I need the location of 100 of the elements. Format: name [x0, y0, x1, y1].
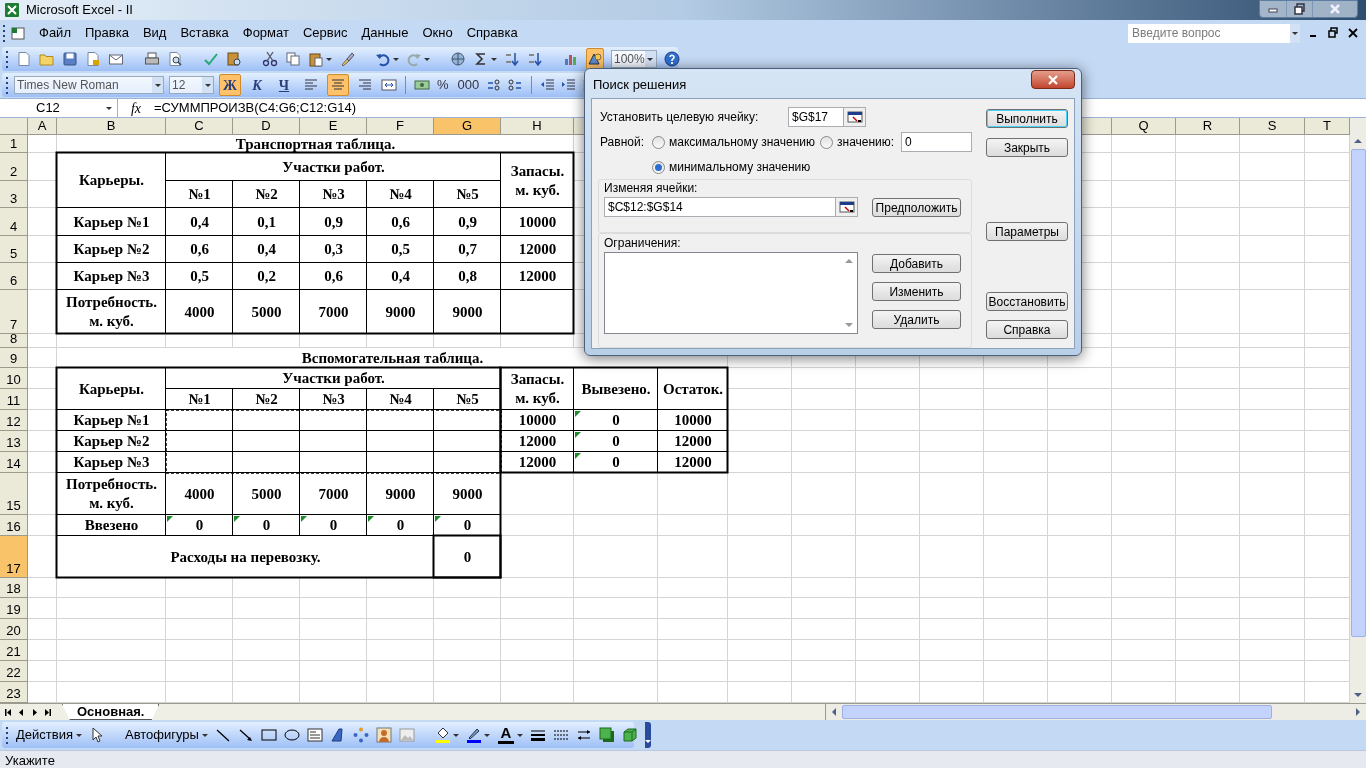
zoom-dropdown[interactable]: 100%	[611, 50, 657, 68]
options-button[interactable]: Параметры	[986, 222, 1068, 241]
font-size-dropdown[interactable]: 12	[169, 76, 214, 94]
next-sheet-icon[interactable]	[30, 706, 39, 718]
cut-icon[interactable]	[262, 51, 278, 67]
row-header[interactable]: 14	[0, 452, 28, 473]
row-header[interactable]: 23	[0, 682, 28, 703]
envelope-icon[interactable]	[108, 51, 124, 67]
caret-icon[interactable]	[516, 732, 523, 738]
font-color-button[interactable]: A	[496, 725, 515, 745]
close-button[interactable]: Закрыть	[986, 138, 1068, 157]
row-header[interactable]: 1	[0, 135, 28, 153]
menu-item[interactable]: Правка	[77, 23, 136, 43]
vertical-scrollbar[interactable]	[1350, 118, 1366, 703]
new-document-icon[interactable]	[16, 51, 32, 67]
add-button[interactable]: Добавить	[872, 254, 961, 273]
restore-icon[interactable]	[1293, 3, 1306, 15]
caret-icon[interactable]	[326, 56, 332, 62]
row-header[interactable]: 21	[0, 640, 28, 661]
double-arrow-icon[interactable]	[575, 727, 592, 743]
rectangle-icon[interactable]	[260, 727, 277, 743]
target-cell-field[interactable]: $G$17	[788, 107, 866, 127]
font-dropdown[interactable]: Times New Roman	[14, 76, 164, 94]
autoshapes-menu-button[interactable]: Автофигуры	[124, 725, 208, 745]
caret-icon[interactable]	[106, 105, 112, 111]
restore-icon[interactable]	[1328, 27, 1338, 39]
column-header[interactable]: S	[1240, 118, 1305, 135]
column-header[interactable]: C	[166, 118, 233, 135]
slanted-shape-icon[interactable]	[329, 727, 346, 743]
dash-style-icon[interactable]	[552, 727, 569, 743]
row-header[interactable]: 10	[0, 368, 28, 389]
number-format-button[interactable]: %	[435, 74, 451, 96]
column-header[interactable]: B	[57, 118, 166, 135]
menu-item[interactable]: Вставка	[173, 23, 236, 43]
row-header[interactable]: 3	[0, 181, 28, 208]
menu-item[interactable]: Файл	[32, 23, 78, 43]
help-icon[interactable]	[663, 51, 680, 67]
guess-button[interactable]: Предположить	[872, 197, 961, 217]
decrease-indent-icon[interactable]	[540, 77, 557, 93]
bold-button[interactable]: Ж	[219, 74, 241, 96]
sheet-tab[interactable]: Основная.	[62, 704, 160, 720]
currency-icon[interactable]	[414, 77, 430, 93]
line-icon[interactable]	[214, 727, 231, 743]
column-header[interactable]: D	[233, 118, 300, 135]
row-header[interactable]: 8	[0, 334, 28, 348]
document-lock-icon[interactable]	[85, 51, 101, 67]
reset-button[interactable]: Восстановить	[986, 292, 1068, 311]
row-header[interactable]: 13	[0, 431, 28, 452]
scroll-down-icon[interactable]	[844, 321, 854, 329]
last-sheet-icon[interactable]	[43, 706, 52, 718]
row-header[interactable]: 4	[0, 208, 28, 236]
dialog-close-button[interactable]	[1031, 70, 1075, 89]
radio-button[interactable]	[652, 160, 665, 174]
row-header[interactable]: 19	[0, 598, 28, 619]
cube-icon[interactable]	[621, 727, 638, 743]
increase-decimal-icon[interactable]	[486, 77, 503, 93]
scrollbar-thumb[interactable]	[1350, 149, 1366, 637]
toolbar-grip[interactable]	[2, 23, 6, 43]
print-preview-icon[interactable]	[167, 51, 183, 67]
column-header[interactable]: A	[28, 118, 57, 135]
row-header[interactable]: 17	[0, 536, 28, 578]
row-header[interactable]: 6	[0, 263, 28, 290]
formula-text[interactable]: =СУММПРОИЗВ(C4:G6;C12:G14)	[154, 98, 357, 118]
solve-button[interactable]: Выполнить	[986, 109, 1068, 128]
increase-indent-icon[interactable]	[561, 77, 578, 93]
close-icon[interactable]	[1348, 27, 1358, 39]
column-header[interactable]: H	[501, 118, 574, 135]
caret-icon[interactable]	[1292, 30, 1298, 36]
caret-icon[interactable]	[644, 739, 651, 744]
caret-icon[interactable]	[647, 56, 654, 62]
row-header[interactable]: 22	[0, 661, 28, 682]
caret-icon[interactable]	[424, 56, 430, 62]
column-header[interactable]: F	[367, 118, 434, 135]
oval-icon[interactable]	[283, 727, 300, 743]
row-header[interactable]: 2	[0, 153, 28, 181]
row-header[interactable]: 20	[0, 619, 28, 640]
caret-icon[interactable]	[204, 82, 211, 88]
workbook-icon[interactable]	[10, 25, 26, 41]
menu-item[interactable]: Окно	[415, 23, 460, 43]
column-header[interactable]: T	[1305, 118, 1350, 135]
toolbar-grip[interactable]	[5, 725, 9, 745]
radio-button[interactable]	[652, 135, 665, 149]
menu-item[interactable]: Сервис	[295, 23, 355, 43]
value-field[interactable]: 0	[901, 132, 972, 152]
scrollbar-thumb[interactable]	[842, 705, 1273, 719]
toolbar-grip[interactable]	[5, 49, 9, 69]
globe-icon[interactable]	[450, 51, 466, 67]
printer-icon[interactable]	[144, 51, 160, 67]
figure-icon[interactable]	[375, 727, 392, 743]
menu-item[interactable]: Справка	[459, 23, 525, 43]
italic-button[interactable]: К	[246, 74, 268, 96]
line-weight-icon[interactable]	[529, 727, 546, 743]
pen-icon[interactable]	[465, 727, 482, 743]
row-header[interactable]: 5	[0, 236, 28, 263]
open-folder-icon[interactable]	[39, 51, 55, 67]
caret-icon[interactable]	[483, 732, 490, 738]
spell-check-icon[interactable]	[203, 51, 219, 67]
dot-ring-icon[interactable]	[352, 727, 369, 743]
sort-ascending-icon[interactable]	[504, 51, 520, 67]
toolbar-grip[interactable]	[5, 75, 9, 95]
